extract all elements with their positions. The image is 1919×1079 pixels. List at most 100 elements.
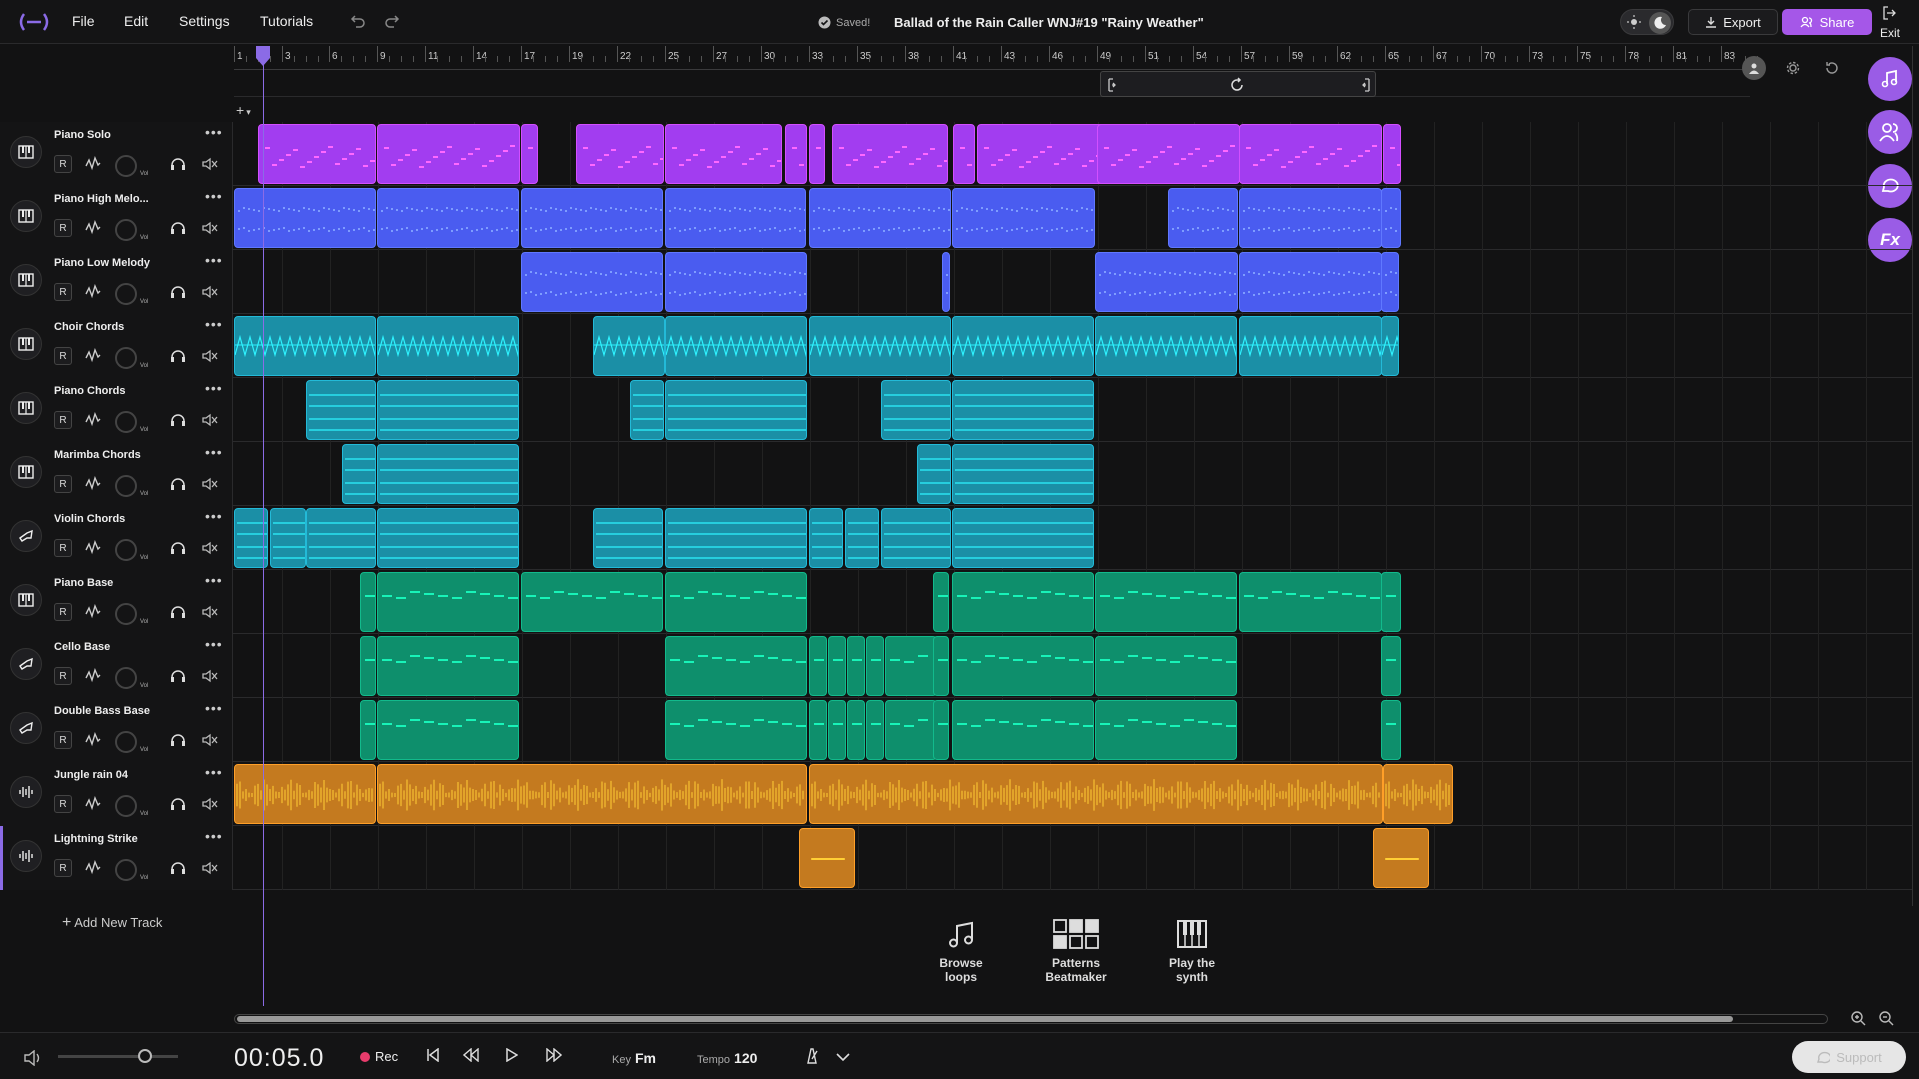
clip[interactable]	[885, 700, 937, 760]
clip[interactable]	[377, 316, 519, 376]
track-lane[interactable]	[234, 122, 1912, 186]
clip[interactable]	[917, 444, 951, 504]
clip[interactable]	[593, 508, 663, 568]
exit-button[interactable]: Exit	[1876, 4, 1916, 40]
track-header[interactable]: Piano High Melo... ••• R Vol	[0, 186, 233, 250]
volume-knob[interactable]: Vol	[115, 859, 148, 881]
more-options-icon[interactable]: •••	[205, 636, 223, 652]
clip[interactable]	[828, 700, 846, 760]
automation-icon[interactable]	[85, 156, 101, 172]
clip[interactable]	[234, 188, 376, 248]
clip[interactable]	[665, 508, 807, 568]
clip[interactable]	[809, 188, 951, 248]
clip[interactable]	[933, 700, 949, 760]
clip[interactable]	[1095, 700, 1237, 760]
mute-icon[interactable]	[202, 477, 218, 491]
clip[interactable]	[1239, 316, 1382, 376]
clip[interactable]	[942, 252, 950, 312]
more-options-icon[interactable]: •••	[205, 380, 223, 396]
more-options-icon[interactable]: •••	[205, 444, 223, 460]
clip[interactable]	[809, 508, 843, 568]
automation-icon[interactable]	[85, 668, 101, 684]
track-lane[interactable]	[234, 698, 1912, 762]
track-name[interactable]: Jungle rain 04	[54, 769, 128, 781]
clip[interactable]	[342, 444, 376, 504]
track-name[interactable]: Marimba Chords	[54, 449, 141, 461]
clip[interactable]	[306, 508, 376, 568]
clip[interactable]	[665, 572, 807, 632]
loop-region[interactable]	[1100, 71, 1376, 97]
clip[interactable]	[881, 380, 951, 440]
clip[interactable]	[785, 124, 807, 184]
loop-end-icon[interactable]	[1361, 78, 1371, 92]
headphones-icon[interactable]	[170, 413, 186, 427]
mute-icon[interactable]	[202, 669, 218, 683]
clip[interactable]	[377, 764, 807, 824]
more-options-icon[interactable]: •••	[205, 188, 223, 204]
waveform-icon[interactable]	[10, 840, 42, 872]
more-options-icon[interactable]: •••	[205, 700, 223, 716]
clip[interactable]	[377, 700, 519, 760]
refresh-icon[interactable]	[1820, 56, 1844, 80]
clip[interactable]	[1168, 188, 1238, 248]
volume-knob[interactable]: Vol	[115, 219, 148, 241]
more-options-icon[interactable]: •••	[205, 252, 223, 268]
piano-icon[interactable]	[10, 584, 42, 616]
add-track-mini-button[interactable]: + ▾	[236, 102, 251, 118]
vertical-scrollbar[interactable]	[1912, 46, 1919, 906]
record-arm-button[interactable]: R	[54, 155, 72, 173]
clip[interactable]	[377, 508, 519, 568]
clip[interactable]	[1239, 252, 1382, 312]
headphones-icon[interactable]	[170, 477, 186, 491]
more-options-icon[interactable]: •••	[205, 124, 223, 140]
volume-knob[interactable]: Vol	[115, 795, 148, 817]
clip[interactable]	[576, 124, 664, 184]
undo-icon[interactable]	[346, 9, 370, 33]
clip[interactable]	[809, 700, 827, 760]
headphones-icon[interactable]	[170, 733, 186, 747]
record-arm-button[interactable]: R	[54, 283, 72, 301]
track-header[interactable]: Lightning Strike ••• R Vol	[0, 826, 233, 890]
record-arm-button[interactable]: R	[54, 539, 72, 557]
more-options-icon[interactable]: •••	[205, 508, 223, 524]
volume-knob[interactable]: Vol	[115, 731, 148, 753]
clip[interactable]	[1095, 316, 1237, 376]
loop-icon[interactable]	[1229, 77, 1245, 93]
mute-icon[interactable]	[202, 861, 218, 875]
loop-start-icon[interactable]	[1107, 78, 1117, 92]
volume-knob[interactable]: Vol	[115, 155, 148, 177]
clip[interactable]	[1381, 572, 1401, 632]
mute-icon[interactable]	[202, 413, 218, 427]
automation-icon[interactable]	[85, 604, 101, 620]
clip[interactable]	[952, 444, 1094, 504]
automation-icon[interactable]	[85, 540, 101, 556]
piano-icon[interactable]	[10, 264, 42, 296]
horizontal-scroll-thumb[interactable]	[237, 1016, 1733, 1022]
track-lane[interactable]	[234, 250, 1912, 314]
mute-icon[interactable]	[202, 541, 218, 555]
clip[interactable]	[234, 764, 376, 824]
automation-icon[interactable]	[85, 348, 101, 364]
track-header[interactable]: Violin Chords ••• R Vol	[0, 506, 233, 570]
more-options-icon[interactable]: •••	[205, 828, 223, 844]
loop-row[interactable]	[234, 71, 1750, 97]
play-synth-button[interactable]: Play the synth	[1147, 918, 1237, 984]
clip[interactable]	[952, 508, 1094, 568]
clip[interactable]	[952, 700, 1094, 760]
clip[interactable]	[1381, 636, 1401, 696]
volume-knob[interactable]: Vol	[115, 347, 148, 369]
record-button[interactable]: Rec	[360, 1049, 398, 1064]
volume-knob[interactable]: Vol	[115, 603, 148, 625]
clip[interactable]	[521, 252, 663, 312]
headphones-icon[interactable]	[170, 669, 186, 683]
clip[interactable]	[234, 316, 376, 376]
clip[interactable]	[665, 700, 807, 760]
clip[interactable]	[665, 124, 782, 184]
track-header[interactable]: Piano Base ••• R Vol	[0, 570, 233, 634]
clip[interactable]	[933, 572, 949, 632]
mute-icon[interactable]	[202, 605, 218, 619]
clip[interactable]	[665, 380, 807, 440]
mute-icon[interactable]	[202, 221, 218, 235]
record-arm-button[interactable]: R	[54, 667, 72, 685]
clip[interactable]	[1239, 188, 1382, 248]
